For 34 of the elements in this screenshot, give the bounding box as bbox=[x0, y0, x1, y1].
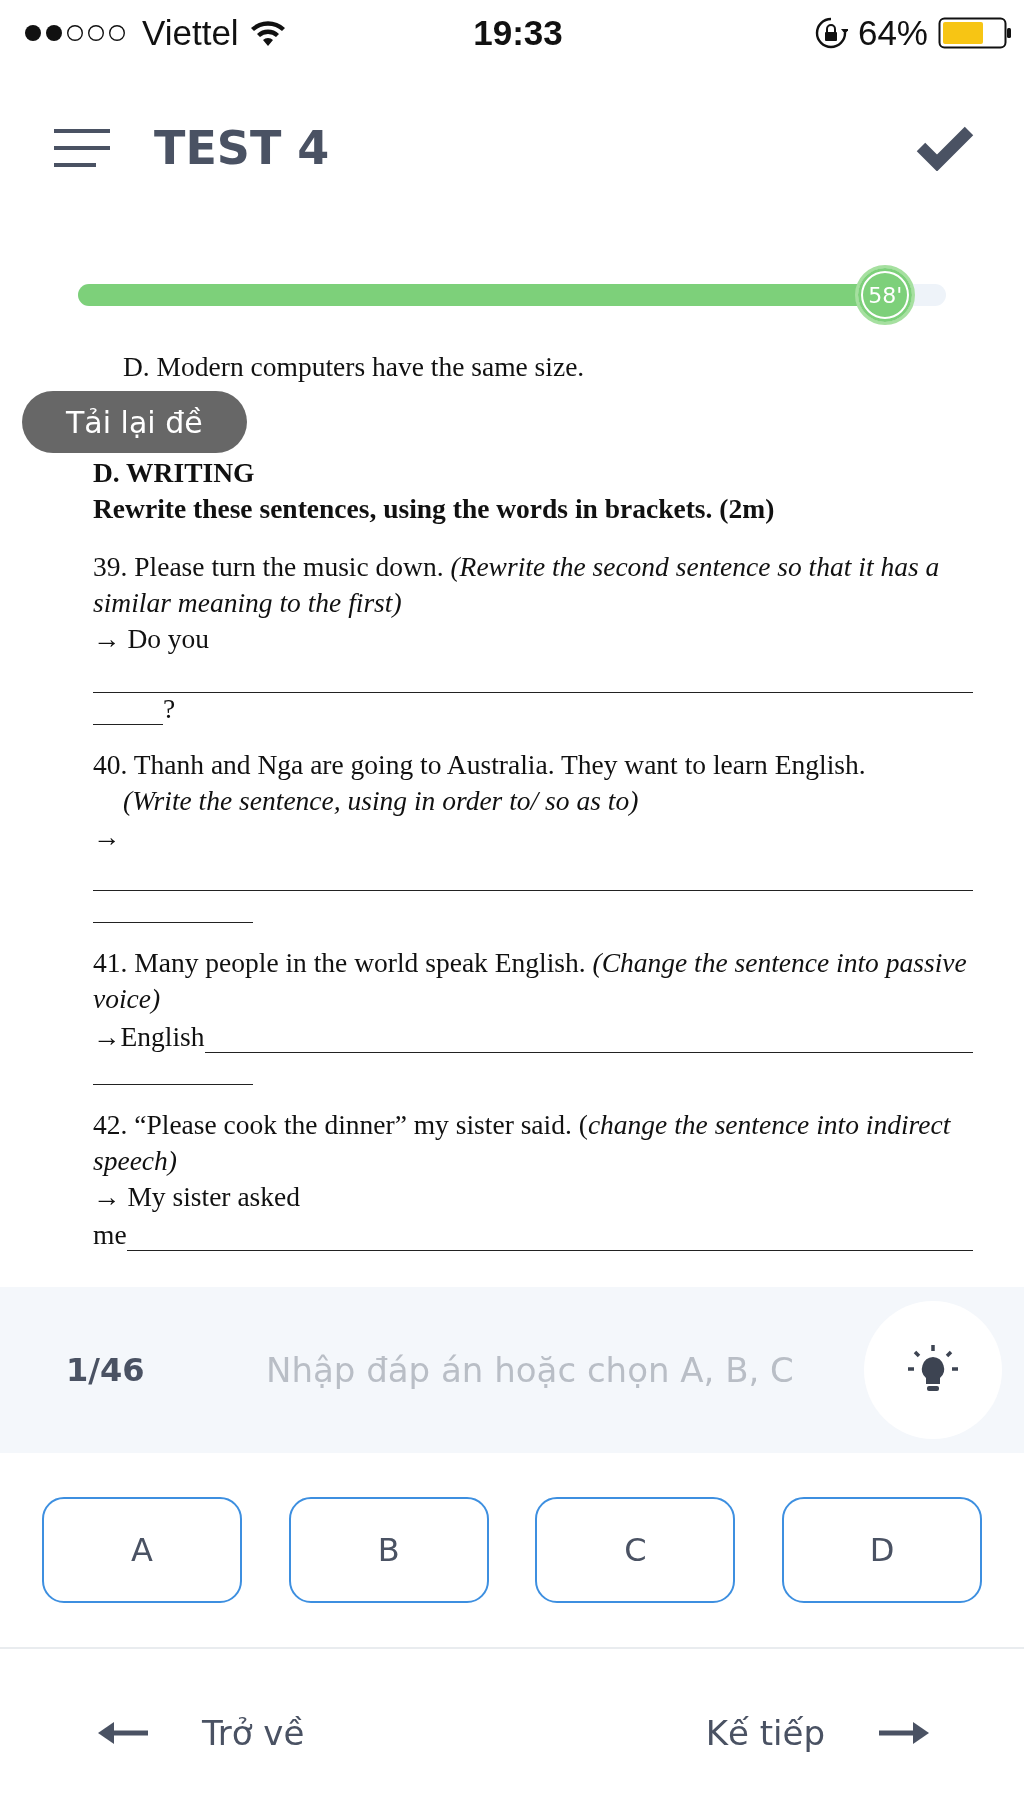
question-text: 41. Many people in the world speak English. (Change the sentence into passive voice) bbox=[93, 946, 968, 1016]
battery-icon bbox=[938, 17, 1012, 49]
question-text: → My sister asked bbox=[93, 1180, 301, 1214]
answer-prefix: →English bbox=[93, 1021, 205, 1053]
battery-percent: 64% bbox=[857, 13, 928, 53]
reload-toast: Tải lại đề bbox=[22, 391, 247, 453]
next-link[interactable]: Kế tiếp bbox=[705, 1713, 929, 1753]
answer-prefix: me bbox=[93, 1219, 127, 1251]
rotation-lock-icon bbox=[813, 16, 848, 50]
timer-badge: 58' bbox=[855, 265, 916, 325]
choice-button[interactable]: B bbox=[288, 1497, 489, 1603]
section-heading: Rewrite these sentences, using the words in brackets. (2m) bbox=[93, 492, 776, 526]
answer-suffix: ? bbox=[163, 693, 176, 725]
instruction-text: (Write the sentence, using in order to/ so as to) bbox=[122, 784, 640, 818]
question-text: → bbox=[93, 820, 122, 854]
question-text: → Do you bbox=[93, 622, 211, 656]
choice-button[interactable]: D bbox=[781, 1497, 982, 1603]
back-link[interactable]: Trở về bbox=[98, 1713, 305, 1753]
answer-input[interactable]: Nhập đáp án hoặc chọn A, B, C bbox=[266, 1350, 846, 1390]
question-text: 40. Thanh and Nga are going to Australia. They want to learn English. bbox=[93, 748, 867, 782]
question-text: 42. “Please cook the dinner” my sister said. (change the sentence into indirect speech) bbox=[93, 1108, 952, 1178]
clock-time: 19:33 bbox=[473, 13, 563, 53]
right-arrow-icon bbox=[877, 1720, 929, 1746]
choice-button[interactable]: C bbox=[535, 1497, 736, 1603]
question-text: 39. Please turn the music down. (Rewrite the second sentence so that it has a similar meaning to the first) bbox=[93, 550, 941, 620]
document-text: D. Modern computers have the same size. bbox=[122, 350, 586, 384]
checkmark-icon[interactable] bbox=[916, 125, 974, 171]
test-title: TEST 4 bbox=[154, 121, 331, 175]
carrier-name: Viettel bbox=[142, 13, 239, 53]
menu-icon[interactable] bbox=[54, 128, 110, 168]
question-counter: 1/46 bbox=[66, 1351, 146, 1389]
left-arrow-icon bbox=[98, 1720, 150, 1746]
section-heading: D. WRITING bbox=[93, 456, 256, 490]
choice-button[interactable]: A bbox=[42, 1497, 242, 1603]
